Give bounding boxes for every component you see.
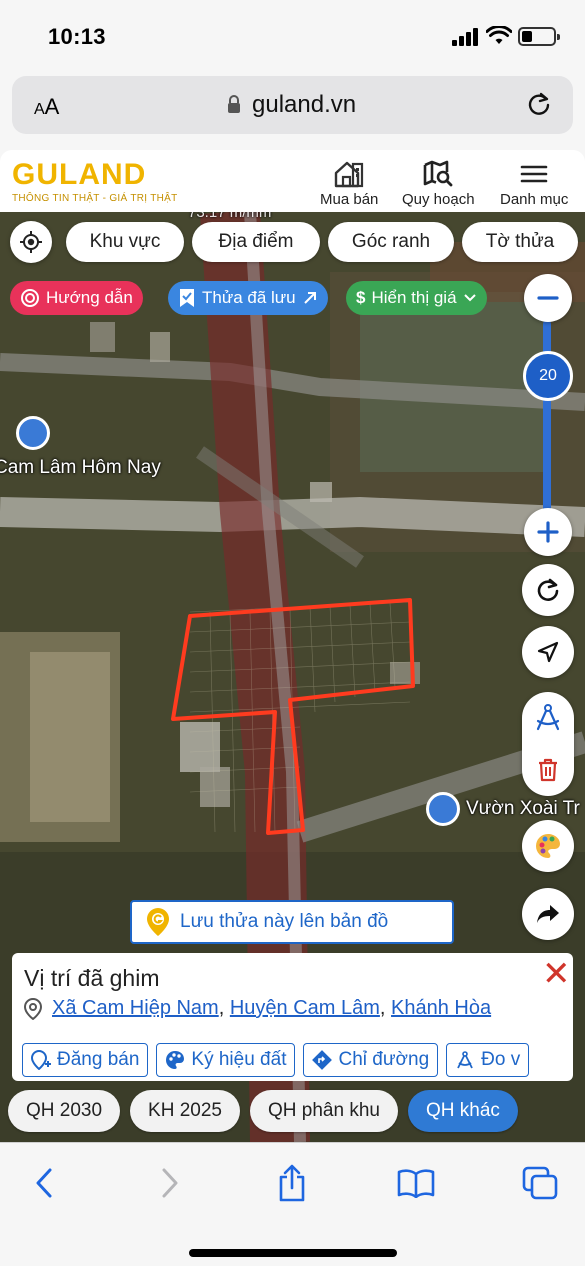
zoom-in-button[interactable] bbox=[524, 508, 572, 556]
trash-icon[interactable] bbox=[537, 758, 559, 782]
chevron-right-icon bbox=[162, 1168, 178, 1198]
saved-parcels-button[interactable]: Thửa đã lưu bbox=[168, 281, 328, 315]
external-arrow-icon bbox=[303, 292, 316, 304]
map-style-button[interactable] bbox=[522, 820, 574, 872]
share-button[interactable] bbox=[272, 1163, 312, 1203]
book-icon bbox=[397, 1169, 435, 1198]
bookmark-check-icon bbox=[180, 289, 194, 307]
map-search-icon bbox=[423, 160, 453, 187]
crosshair-icon bbox=[20, 231, 42, 253]
filter-to-thua[interactable]: Tờ thửa bbox=[462, 222, 578, 262]
nav-mua-ban[interactable]: Mua bán bbox=[320, 160, 378, 208]
dollar-icon: $ bbox=[356, 288, 366, 307]
address-separator: , bbox=[379, 997, 386, 1019]
guide-button[interactable]: Hướng dẫn bbox=[10, 281, 143, 315]
palette-icon bbox=[536, 834, 560, 858]
chevron-down-icon bbox=[463, 294, 476, 302]
plus-icon bbox=[537, 521, 559, 543]
pin-plus-icon bbox=[31, 1050, 51, 1070]
tabs-icon bbox=[522, 1166, 558, 1200]
text-size-button[interactable]: AAAA bbox=[34, 94, 59, 120]
browser-toolbar bbox=[0, 1142, 585, 1266]
share-icon bbox=[279, 1164, 305, 1202]
nav-quy-hoach[interactable]: Quy hoạch bbox=[402, 160, 475, 208]
measure-tools bbox=[522, 692, 574, 796]
forward-button[interactable] bbox=[150, 1163, 190, 1203]
measure-button[interactable]: Đo v bbox=[446, 1043, 530, 1077]
land-symbols-button[interactable]: Ký hiệu đất bbox=[156, 1043, 296, 1077]
place-label-cam-lam[interactable]: Cam Lâm Hôm Nay bbox=[0, 457, 161, 479]
lock-icon bbox=[228, 95, 240, 113]
province-link[interactable]: Khánh Hòa bbox=[391, 997, 491, 1020]
navigation-arrow-icon bbox=[537, 641, 559, 663]
map-pin-icon[interactable] bbox=[16, 416, 50, 450]
sheet-title: Vị trí đã ghim bbox=[24, 965, 160, 991]
planning-layers: QH 2030 KH 2025 QH phân khu QH khác bbox=[8, 1090, 518, 1132]
location-pin-icon bbox=[24, 997, 42, 1020]
locate-button[interactable] bbox=[10, 221, 52, 263]
share-map-button[interactable] bbox=[522, 888, 574, 940]
sheet-actions: Đăng bán Ký hiệu đất Chỉ đường Đo v bbox=[22, 1043, 530, 1077]
guland-pin-icon bbox=[147, 908, 169, 936]
rotate-icon bbox=[537, 578, 559, 601]
post-for-sale-button[interactable]: Đăng bán bbox=[22, 1043, 149, 1077]
url-text[interactable]: guland.vn bbox=[252, 91, 356, 119]
plan-kh-2025[interactable]: KH 2025 bbox=[130, 1090, 240, 1132]
app-header: GULAND THÔNG TIN THẬT - GIÁ TRỊ THẬT Mua… bbox=[0, 150, 585, 212]
scale-text: 73.17 m/mm bbox=[188, 212, 272, 221]
zoom-out-button[interactable] bbox=[524, 274, 572, 322]
place-label-vuon-xoai[interactable]: Vườn Xoài Tr bbox=[466, 798, 580, 820]
directions-icon bbox=[312, 1050, 333, 1070]
tabs-button[interactable] bbox=[520, 1163, 560, 1203]
refresh-button[interactable] bbox=[522, 564, 574, 616]
compass-drafting-icon[interactable] bbox=[533, 702, 563, 732]
chevron-left-icon bbox=[36, 1168, 52, 1198]
minus-icon bbox=[537, 296, 559, 300]
plan-qh-phan-khu[interactable]: QH phân khu bbox=[250, 1090, 398, 1132]
wifi-icon bbox=[486, 26, 512, 44]
save-parcel-button[interactable]: Lưu thửa này lên bản đồ bbox=[130, 900, 454, 944]
commune-link[interactable]: Xã Cam Hiệp Nam bbox=[52, 997, 219, 1020]
back-button[interactable] bbox=[24, 1163, 64, 1203]
address-line: Xã Cam Hiệp Nam , Huyện Cam Lâm , Khánh … bbox=[24, 997, 491, 1020]
reload-icon[interactable] bbox=[526, 91, 552, 117]
share-arrow-icon bbox=[537, 905, 559, 923]
address-separator: , bbox=[218, 997, 225, 1019]
show-price-button[interactable]: $ Hiển thị giá bbox=[346, 281, 487, 315]
logo-tagline: THÔNG TIN THẬT - GIÁ TRỊ THẬT bbox=[12, 193, 178, 204]
target-icon bbox=[21, 289, 39, 307]
navigate-button[interactable] bbox=[522, 626, 574, 678]
guland-logo[interactable]: GULAND bbox=[12, 158, 146, 192]
filter-goc-ranh[interactable]: Góc ranh bbox=[328, 222, 454, 262]
cellular-signal-icon bbox=[452, 28, 480, 46]
status-bar: 10:13 bbox=[0, 0, 585, 72]
home-indicator[interactable] bbox=[189, 1249, 397, 1257]
nav-danh-muc[interactable]: Danh mục bbox=[500, 160, 568, 208]
plan-qh-khac[interactable]: QH khác bbox=[407, 1090, 518, 1132]
address-bar[interactable]: AAAA guland.vn bbox=[12, 76, 573, 134]
compass-drafting-icon bbox=[457, 1051, 473, 1069]
map-pin-icon[interactable] bbox=[426, 792, 460, 826]
bookmarks-button[interactable] bbox=[396, 1163, 436, 1203]
palette-icon bbox=[166, 1051, 185, 1069]
close-icon[interactable]: ✕ bbox=[542, 957, 571, 991]
menu-icon bbox=[520, 165, 548, 183]
district-link[interactable]: Huyện Cam Lâm bbox=[230, 997, 380, 1020]
clock: 10:13 bbox=[48, 24, 106, 49]
battery-icon bbox=[518, 27, 560, 46]
plan-qh-2030[interactable]: QH 2030 bbox=[8, 1090, 121, 1132]
filter-khu-vuc[interactable]: Khu vực bbox=[66, 222, 184, 262]
house-icon bbox=[334, 161, 364, 188]
pinned-location-sheet: Vị trí đã ghim ✕ Xã Cam Hiệp Nam , Huyện… bbox=[12, 953, 573, 1081]
filter-dia-diem[interactable]: Địa điểm bbox=[192, 222, 320, 262]
directions-button[interactable]: Chỉ đường bbox=[303, 1043, 439, 1077]
zoom-level-indicator[interactable]: 20 bbox=[523, 351, 573, 401]
